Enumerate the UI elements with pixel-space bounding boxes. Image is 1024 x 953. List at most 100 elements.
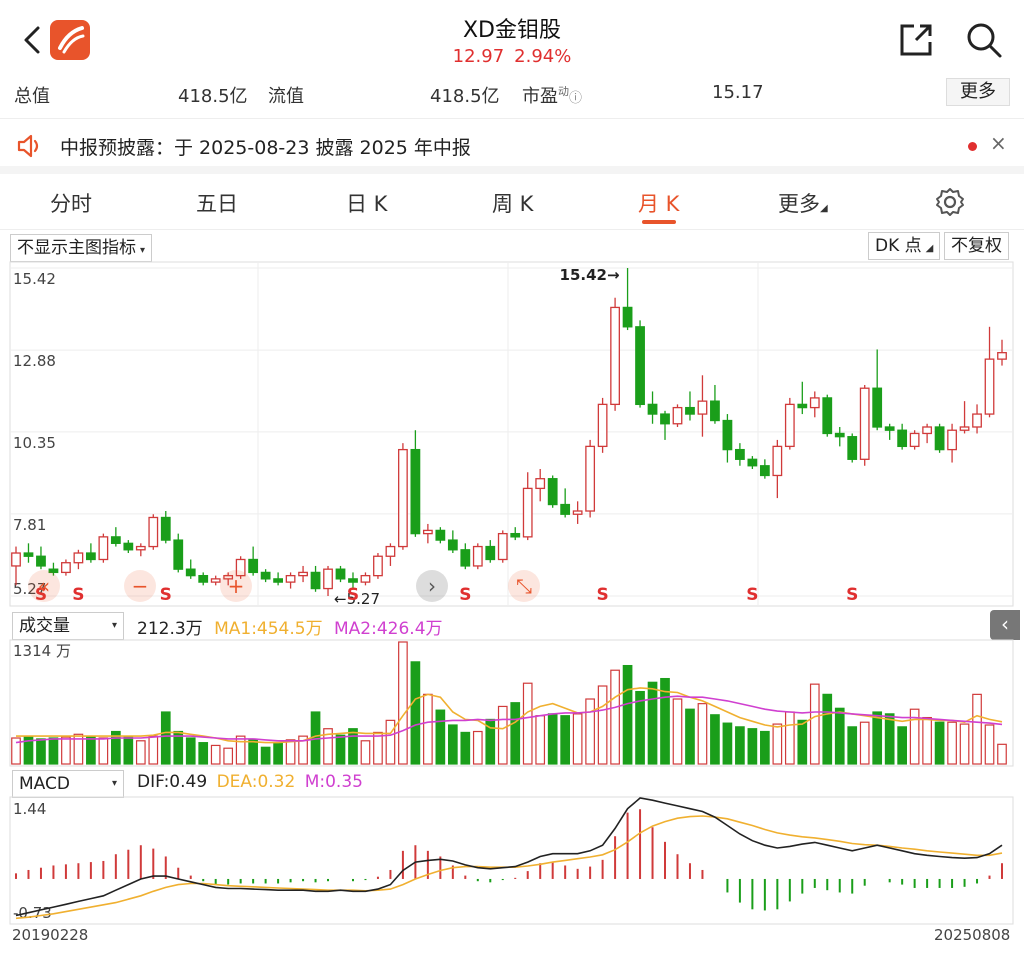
tab-more[interactable]: 更多◢ bbox=[778, 188, 828, 218]
volume-bar-up bbox=[98, 737, 109, 765]
volume-bar-down bbox=[722, 722, 733, 765]
volume-bar-down bbox=[622, 664, 633, 765]
candle-down bbox=[447, 539, 458, 551]
stats-row: 总值 418.5亿 流值 418.5亿 市盈动ⓘ 15.17 bbox=[0, 78, 1024, 112]
volume-indicator-select[interactable]: 成交量 ▾ bbox=[12, 612, 124, 640]
search-icon[interactable] bbox=[964, 20, 1004, 60]
volume-bar-up bbox=[135, 740, 146, 765]
candle-up bbox=[535, 478, 546, 490]
volume-bar-down bbox=[834, 707, 845, 765]
scroll-right-icon[interactable]: › bbox=[416, 570, 448, 602]
tab-daily-k[interactable]: 日 K bbox=[346, 188, 387, 218]
scroll-left-icon[interactable]: « bbox=[28, 570, 60, 602]
candle-down bbox=[822, 397, 833, 435]
candle-down bbox=[185, 568, 196, 577]
candle-up bbox=[572, 510, 583, 515]
candlestick-chart[interactable]: 15.4212.8810.357.815.2715.42→←5.27SSSSSS… bbox=[0, 260, 1024, 610]
adjust-select[interactable]: 不复权 bbox=[944, 232, 1009, 260]
macd-values: DIF:0.49 DEA:0.32 M:0.35 bbox=[137, 772, 363, 792]
volume-bar-down bbox=[710, 714, 720, 765]
candle-up bbox=[597, 403, 608, 448]
candle-down bbox=[23, 552, 34, 557]
svg-text:+: + bbox=[228, 574, 245, 598]
volume-bar-up bbox=[809, 683, 820, 765]
dk-point-select[interactable]: DK 点 ◢ bbox=[868, 232, 941, 260]
gear-icon[interactable] bbox=[934, 186, 966, 218]
volume-bar-down bbox=[273, 742, 283, 765]
volume-chart: 1314 万 bbox=[9, 639, 1014, 767]
candle-down bbox=[735, 448, 745, 460]
volume-bar-up bbox=[423, 693, 433, 765]
candle-up bbox=[148, 516, 159, 548]
stats-more-button[interactable]: 更多 bbox=[946, 78, 1010, 106]
tab-intraday[interactable]: 分时 bbox=[50, 188, 92, 218]
candle-down bbox=[872, 387, 883, 428]
total-value: 418.5亿 bbox=[178, 86, 248, 107]
candle-up bbox=[772, 445, 783, 477]
fullscreen-icon[interactable]: ⤡ bbox=[508, 570, 540, 602]
speaker-icon bbox=[17, 134, 39, 158]
volume-bar-up bbox=[148, 735, 159, 765]
volume-bar-down bbox=[797, 719, 808, 765]
volume-bar-down bbox=[260, 746, 271, 765]
candle-up bbox=[784, 403, 795, 448]
macd-chart: 1.44 -0.73 bbox=[9, 796, 1014, 925]
volume-bar-up bbox=[223, 747, 234, 765]
notice-bar[interactable]: 中报预披露：于 2025-08-23 披露 2025 年中报 bbox=[0, 118, 1024, 174]
candle-down bbox=[173, 539, 184, 570]
volume-bar-up bbox=[984, 724, 995, 765]
volume-bar-down bbox=[847, 726, 858, 765]
candle-down bbox=[36, 555, 46, 567]
main-indicator-select[interactable]: 不显示主图指标 ▾ bbox=[10, 234, 153, 262]
candle-down bbox=[884, 426, 895, 431]
y-tick-label: 10.35 bbox=[13, 434, 56, 452]
svg-text:−: − bbox=[132, 574, 149, 598]
candle-down bbox=[934, 426, 945, 451]
tab-five-day[interactable]: 五日 bbox=[196, 188, 238, 218]
tab-monthly-k[interactable]: 月 K bbox=[638, 188, 679, 218]
candle-up bbox=[210, 578, 221, 583]
volume-bar-down bbox=[36, 738, 46, 765]
candle-down bbox=[123, 542, 134, 551]
share-icon[interactable] bbox=[896, 20, 936, 60]
volume-bar-up bbox=[472, 730, 483, 765]
candle-down bbox=[310, 571, 321, 590]
volume-bar-up bbox=[947, 721, 957, 765]
candle-up bbox=[98, 536, 109, 561]
y-tick-label: 7.81 bbox=[13, 516, 46, 534]
macd-indicator-select[interactable]: MACD ▾ bbox=[12, 770, 124, 798]
zoom-in-icon[interactable]: + bbox=[220, 570, 252, 602]
candle-up bbox=[522, 487, 533, 538]
candle-down bbox=[273, 578, 283, 583]
tab-weekly-k[interactable]: 周 K bbox=[492, 188, 533, 218]
zoom-out-icon[interactable]: − bbox=[124, 570, 156, 602]
y-tick-label: 12.88 bbox=[13, 352, 56, 370]
volume-bar-down bbox=[635, 690, 645, 765]
volume-bar-down bbox=[822, 693, 833, 765]
candle-down bbox=[85, 552, 96, 561]
volume-bar-down bbox=[560, 715, 571, 765]
volume-bar-down bbox=[547, 713, 558, 765]
info-icon[interactable]: ⓘ bbox=[569, 91, 582, 106]
period-tabs: 分时 五日 日 K 周 K 月 K 更多◢ bbox=[0, 178, 1024, 230]
candle-up bbox=[11, 552, 21, 567]
volume-bar-up bbox=[972, 693, 982, 765]
candle-down bbox=[622, 306, 633, 328]
volume-bar-up bbox=[385, 719, 396, 765]
macd-dif-line bbox=[15, 797, 1003, 917]
candle-up bbox=[672, 406, 683, 425]
volume-ma2: MA2:426.4万 bbox=[334, 619, 443, 639]
volume-bar-up bbox=[522, 682, 533, 765]
candle-up bbox=[373, 555, 383, 577]
close-icon[interactable]: × bbox=[990, 131, 1007, 155]
collapse-panel-icon[interactable]: ‹ bbox=[990, 610, 1020, 640]
candle-down bbox=[198, 574, 209, 583]
candle-up bbox=[135, 545, 146, 551]
start-date: 20190228 bbox=[12, 926, 89, 944]
volume-bar-up bbox=[373, 731, 383, 765]
volume-bar-up bbox=[497, 705, 508, 765]
volume-bar-up bbox=[235, 735, 246, 765]
candle-up bbox=[947, 429, 957, 451]
volume-bar-up bbox=[597, 685, 608, 765]
unread-dot bbox=[968, 142, 977, 151]
